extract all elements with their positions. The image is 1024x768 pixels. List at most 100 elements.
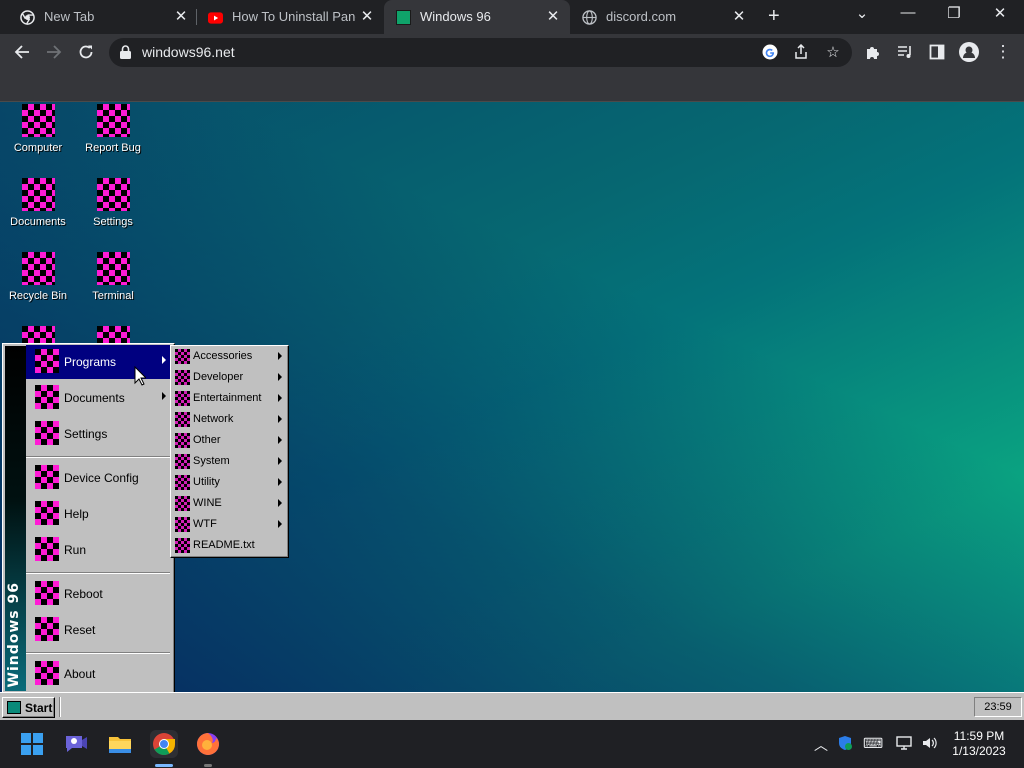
desktop-icon-terminal[interactable]: Terminal (73, 252, 153, 302)
reload-icon[interactable] (75, 41, 97, 63)
browser-toolbar: windows96.net ☆ ⋮ (0, 34, 1024, 70)
start-item-device-config[interactable]: Device Config (26, 461, 172, 495)
network-icon[interactable] (895, 735, 913, 754)
programs-item-network[interactable]: Network (172, 409, 286, 430)
start-item-about[interactable]: About (26, 657, 172, 691)
show-hidden-icons-chevron-icon[interactable]: ︿ (812, 735, 830, 755)
desktop-icon-report-bug[interactable]: Report Bug (73, 104, 153, 154)
submenu-item-label: Accessories (193, 350, 253, 362)
keyboard-icon[interactable]: ⌨ (863, 735, 883, 752)
system-time: 11:59 PM (953, 729, 1005, 743)
minimize-icon[interactable]: — (898, 4, 918, 21)
security-shield-icon[interactable] (836, 735, 854, 754)
programs-item-wtf[interactable]: WTF (172, 514, 286, 535)
desktop-icon-settings[interactable]: Settings (73, 178, 153, 228)
tab-youtube[interactable]: How To Uninstall Pandz ✕ (196, 0, 382, 34)
menu-item-label: Run (64, 543, 87, 557)
firefox-icon[interactable] (194, 730, 222, 758)
chrome-icon (20, 10, 35, 25)
more-menu-icon[interactable]: ⋮ (992, 41, 1014, 63)
submenu-item-label: WTF (193, 518, 217, 530)
menu-item-label: Reset (64, 623, 96, 637)
back-arrow-icon[interactable] (11, 41, 33, 63)
run-icon (35, 537, 59, 561)
tab-windows96[interactable]: Windows 96 ✕ (384, 0, 570, 34)
start-item-reboot[interactable]: Reboot (26, 577, 172, 611)
windows-start-icon[interactable] (18, 730, 46, 758)
address-bar[interactable]: windows96.net ☆ (109, 38, 852, 67)
submenu-arrow-icon (278, 352, 282, 360)
volume-icon[interactable] (920, 735, 938, 754)
computer-icon (21, 104, 55, 137)
menu-item-label: Device Config (64, 471, 139, 485)
start-item-help[interactable]: Help (26, 497, 172, 531)
submenu-arrow-icon (278, 373, 282, 381)
win96-clock: 23:59 (974, 697, 1022, 717)
tab-title: How To Uninstall Pandz (232, 9, 356, 24)
meet-icon[interactable] (62, 730, 90, 758)
close-window-icon[interactable]: ✕ (990, 4, 1010, 22)
new-tab-plus-icon[interactable]: + (768, 5, 780, 28)
profile-avatar-icon[interactable] (958, 41, 980, 63)
start-item-settings[interactable]: Settings (26, 417, 172, 451)
close-tab-icon[interactable]: ✕ (730, 7, 748, 25)
bookmark-star-icon[interactable]: ☆ (823, 42, 843, 62)
reboot-icon (35, 581, 59, 605)
start-item-programs[interactable]: Programs (26, 345, 172, 379)
side-panel-icon[interactable] (926, 41, 948, 63)
start-menu-banner: Windows 96 (5, 346, 26, 691)
restore-icon[interactable]: ❐ (944, 4, 964, 22)
desktop-icon-recycle-bin[interactable]: Recycle Bin (0, 252, 78, 302)
lock-icon[interactable] (120, 45, 131, 64)
programs-item-other[interactable]: Other (172, 430, 286, 451)
tab-search-chevron-icon[interactable]: ⌄ (852, 4, 872, 22)
programs-icon (35, 349, 59, 373)
desktop-icon-computer[interactable]: Computer (0, 104, 78, 154)
tab-discord[interactable]: discord.com ✕ (570, 0, 756, 34)
report-bug-icon (96, 104, 130, 137)
windows96-logo-icon (7, 701, 21, 714)
settings-icon (96, 178, 130, 211)
win96-taskbar: Start 23:59 (0, 692, 1024, 720)
start-item-reset[interactable]: Reset (26, 613, 172, 647)
chrome-icon[interactable] (150, 730, 178, 758)
forward-arrow-icon[interactable] (43, 41, 65, 63)
extensions-puzzle-icon[interactable] (862, 41, 884, 63)
desktop-icon-documents[interactable]: Documents (0, 178, 78, 228)
submenu-arrow-icon (278, 415, 282, 423)
programs-item-wine[interactable]: WINE (172, 493, 286, 514)
programs-item-accessories[interactable]: Accessories (172, 346, 286, 367)
media-control-icon[interactable] (894, 41, 916, 63)
close-tab-icon[interactable]: ✕ (544, 7, 562, 25)
programs-item-entertainment[interactable]: Entertainment (172, 388, 286, 409)
google-icon[interactable] (760, 42, 780, 62)
file-explorer-icon[interactable] (106, 730, 134, 758)
tab-title: New Tab (44, 9, 95, 24)
start-button-label: Start (25, 701, 53, 715)
programs-item-utility[interactable]: Utility (172, 472, 286, 493)
url-text[interactable]: windows96.net (142, 44, 235, 60)
menu-separator (26, 456, 170, 458)
desktop-icon-label: Report Bug (85, 142, 141, 154)
device-config-icon (35, 465, 59, 489)
reset-icon (35, 617, 59, 641)
programs-item-readme[interactable]: README.txt (172, 535, 286, 556)
tab-title: discord.com (606, 9, 677, 24)
documents-icon (35, 385, 59, 409)
start-item-documents[interactable]: Documents (26, 381, 172, 415)
folder-icon (175, 517, 190, 532)
programs-item-system[interactable]: System (172, 451, 286, 472)
running-app-indicator (204, 764, 212, 767)
menu-separator (26, 572, 170, 574)
system-date: 1/13/2023 (952, 744, 1006, 758)
start-item-run[interactable]: Run (26, 533, 172, 567)
close-tab-icon[interactable]: ✕ (172, 7, 190, 25)
programs-item-developer[interactable]: Developer (172, 367, 286, 388)
desktop-icon-label: Documents (10, 216, 66, 228)
close-tab-icon[interactable]: ✕ (358, 7, 376, 25)
system-clock[interactable]: 11:59 PM 1/13/2023 (944, 729, 1014, 759)
submenu-arrow-icon (162, 356, 166, 364)
tab-new-tab[interactable]: New Tab ✕ (8, 0, 194, 34)
share-icon[interactable] (791, 42, 811, 62)
start-button[interactable]: Start (2, 697, 55, 718)
